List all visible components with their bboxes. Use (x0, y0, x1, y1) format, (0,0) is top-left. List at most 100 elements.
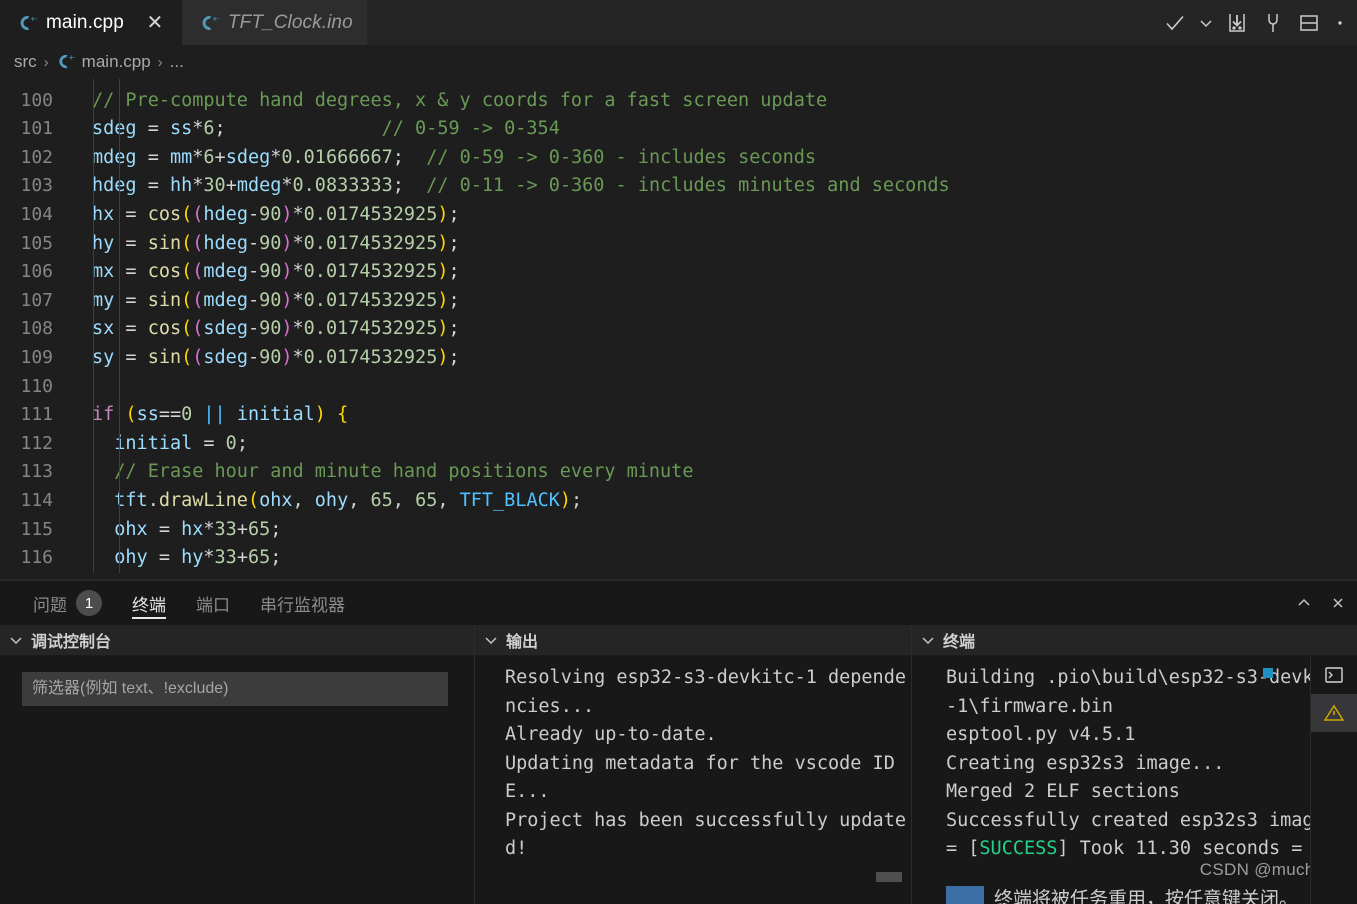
code-line[interactable]: 103 hdeg = hh*30+mdeg*0.0833333; // 0-11 … (0, 172, 1357, 201)
breadcrumb-item-main-cpp[interactable]: main.cpp (82, 52, 151, 72)
cpp-file-icon: ++ (199, 13, 222, 33)
indent-guides (66, 86, 120, 116)
code-text: mdeg = mm*6+sdeg*0.01666667; // 0-59 -> … (92, 146, 817, 168)
terminal-output-text: Building .pio\build\esp32-s3-devkitc-1\f… (946, 667, 1347, 859)
panel-tab-label: 终端 (132, 595, 166, 615)
indent-guides (66, 115, 120, 144)
terminal-tabs-sidebar (1310, 656, 1357, 904)
code-text: ohx = hx*33+65; (114, 518, 282, 540)
code-text: sdeg = ss*6; // 0-59 -> 0-354 (92, 118, 560, 140)
output-pane: 输出 Resolving esp32-s3-devkitc-1 dependen… (475, 625, 912, 904)
terminal-entry-warning[interactable] (1311, 694, 1357, 732)
line-number: 101 (20, 118, 53, 140)
debug-console-content (0, 656, 474, 904)
chevron-right-icon: › (43, 53, 49, 71)
svg-text:++: ++ (31, 14, 38, 23)
code-line[interactable]: 114 tft.drawLine(ohx, ohy, 65, 65, TFT_B… (0, 486, 1357, 516)
code-line[interactable]: 105 hy = sin((hdeg-90)*0.0174532925); (0, 229, 1357, 259)
editor-tab-bar: ++ main.cpp ✕ ++ TFT_Clock.ino (0, 0, 1357, 45)
output-header[interactable]: 输出 (475, 625, 911, 656)
output-scrollbar-thumb[interactable] (876, 872, 902, 882)
code-line[interactable]: 107 my = sin((mdeg-90)*0.0174532925); (0, 286, 1357, 316)
code-line[interactable]: 108 sx = cos((sdeg-90)*0.0174532925); (0, 315, 1357, 344)
panel-body: 调试控制台 输出 Resolving esp32-s3-devkitc-1 de… (0, 625, 1357, 904)
breadcrumb-item-symbols[interactable]: ... (170, 52, 184, 72)
code-line[interactable]: 101 sdeg = ss*6; // 0-59 -> 0-354 (0, 115, 1357, 144)
indent-guides (66, 429, 120, 459)
indent-guides (66, 544, 120, 573)
line-number: 115 (20, 518, 53, 540)
code-text: // Pre-compute hand degrees, x & y coord… (92, 89, 828, 111)
code-line[interactable]: 115 ohx = hx*33+65; (0, 515, 1357, 545)
code-line[interactable]: 102 mdeg = mm*6+sdeg*0.01666667; // 0-59 … (0, 143, 1357, 173)
code-lines-container: 99 100 // Pre-compute hand degrees, x & y … (0, 79, 1357, 580)
panel-tab-terminal[interactable]: 终端 (117, 581, 181, 626)
indent-guides (66, 315, 120, 344)
line-number: 107 (20, 289, 53, 311)
panel-tab-ports[interactable]: 端口 (181, 581, 245, 626)
code-line: 99 (0, 79, 1357, 87)
chevron-down-icon[interactable] (482, 631, 500, 649)
code-line[interactable]: 113 // Erase hour and minute hand positi… (0, 458, 1357, 487)
code-text: initial = 0; (114, 432, 248, 454)
chevron-right-icon: › (157, 53, 163, 71)
terminal-entry-task[interactable] (1311, 656, 1357, 694)
debug-console-title: 调试控制台 (31, 634, 112, 651)
indent-guides (66, 515, 120, 545)
terminal-notice-icon (946, 886, 984, 904)
close-icon[interactable]: ✕ (143, 11, 167, 35)
chevron-down-icon[interactable] (919, 631, 937, 649)
more-actions-icon[interactable] (1327, 0, 1353, 45)
code-text: my = sin((mdeg-90)*0.0174532925); (92, 289, 460, 311)
build-check-icon[interactable] (1157, 0, 1193, 45)
terminal-content[interactable]: Building .pio\build\esp32-s3-devkitc-1\f… (912, 656, 1357, 904)
split-editor-icon[interactable] (1291, 0, 1327, 45)
code-text: hy = sin((hdeg-90)*0.0174532925); (92, 232, 460, 254)
terminal-cursor (1263, 668, 1273, 678)
breadcrumb-item-src[interactable]: src (14, 52, 37, 72)
editor-actions (1157, 0, 1357, 45)
terminal-title: 终端 (943, 634, 976, 651)
code-line[interactable]: 104 hx = cos((hdeg-90)*0.0174532925); (0, 200, 1357, 230)
code-line[interactable]: 116 ohy = hy*33+65; (0, 544, 1357, 573)
debug-console-header[interactable]: 调试控制台 (0, 625, 474, 656)
line-number: 105 (20, 232, 53, 254)
svg-text:++: ++ (68, 53, 74, 62)
code-line[interactable]: 100 // Pre-compute hand degrees, x & y co… (0, 86, 1357, 116)
panel-tab-label: 串行监视器 (260, 595, 345, 615)
code-text: sx = cos((sdeg-90)*0.0174532925); (92, 318, 460, 340)
editor-tab-main-cpp[interactable]: ++ main.cpp ✕ (0, 0, 182, 45)
indent-guides (66, 401, 120, 430)
line-number: 116 (20, 547, 53, 569)
indent-guides (66, 286, 120, 316)
code-line[interactable]: 109 sy = sin((sdeg-90)*0.0174532925); (0, 343, 1357, 373)
line-number: 99 (0, 79, 66, 87)
panel-tab-serial-monitor[interactable]: 串行监视器 (245, 581, 360, 626)
code-editor[interactable]: 99 100 // Pre-compute hand degrees, x & y … (0, 79, 1357, 580)
close-panel-icon[interactable] (1321, 581, 1355, 626)
vscode-window: ++ main.cpp ✕ ++ TFT_Clock.ino (0, 0, 1357, 904)
editor-tab-label: TFT_Clock.ino (227, 11, 353, 33)
code-line[interactable]: 110 (0, 372, 1357, 402)
code-line[interactable]: 112 initial = 0; (0, 429, 1357, 459)
indent-guides (66, 229, 120, 259)
collapse-panel-icon[interactable] (1287, 581, 1321, 626)
line-number: 112 (20, 432, 53, 454)
chevron-down-icon[interactable] (7, 631, 25, 649)
line-number: 109 (20, 346, 53, 368)
code-line[interactable]: 111 if (ss==0 || initial) { (0, 401, 1357, 430)
debug-console-pane: 调试控制台 (0, 625, 475, 904)
panel-tab-problems[interactable]: 问题 1 (18, 581, 117, 626)
chevron-down-icon[interactable] (1193, 0, 1219, 45)
terminal-header[interactable]: 终端 (912, 625, 1357, 656)
code-line[interactable]: 106 mx = cos((mdeg-90)*0.0174532925); (0, 258, 1357, 287)
terminal-reuse-notice-row: 终端将被任务重用，按任意键关闭。 (946, 884, 1298, 904)
output-content[interactable]: Resolving esp32-s3-devkitc-1 dependencie… (475, 656, 911, 904)
serial-monitor-plug-icon[interactable] (1255, 0, 1291, 45)
panel-tab-label: 端口 (196, 595, 230, 615)
upload-icon[interactable] (1219, 0, 1255, 45)
indent-guides (66, 200, 120, 230)
debug-console-filter-input[interactable] (22, 672, 448, 706)
editor-tab-tft-clock-ino[interactable]: ++ TFT_Clock.ino (181, 0, 367, 45)
line-number: 106 (20, 261, 53, 283)
